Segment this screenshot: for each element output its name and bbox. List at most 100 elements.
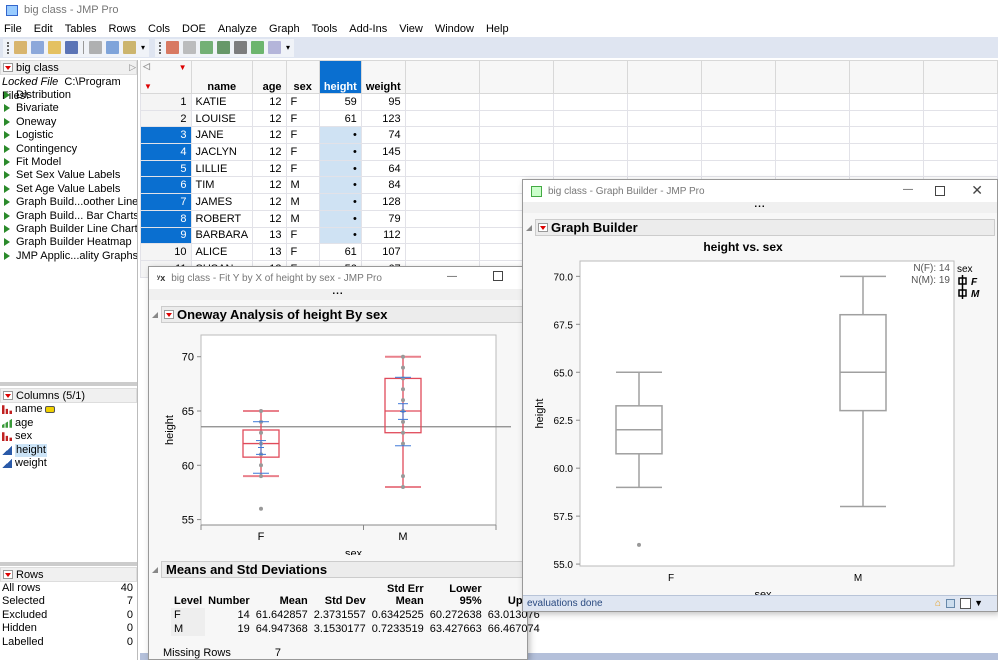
run-script-icon[interactable] [4, 184, 10, 193]
cell-weight[interactable]: 79 [360, 209, 406, 228]
cell-height[interactable]: 61 [318, 109, 362, 128]
legend-item[interactable]: F [971, 277, 978, 288]
cell-name[interactable]: JANE [190, 126, 254, 145]
table-script-item[interactable]: Graph Builder Heatmap [0, 236, 137, 249]
row-number[interactable]: 6 [140, 176, 192, 195]
cut-icon[interactable] [89, 41, 102, 54]
empty-cell[interactable] [774, 109, 850, 128]
empty-cell[interactable] [626, 109, 702, 128]
empty-cell[interactable] [848, 93, 924, 111]
y-axis-label[interactable]: height [164, 415, 176, 445]
cell-weight[interactable]: 84 [360, 176, 406, 195]
table-row[interactable]: 4 JACLYN 12 F • 145 [140, 143, 998, 161]
table-script-item[interactable]: Oneway [0, 116, 137, 129]
cell-age[interactable]: 12 [252, 143, 287, 161]
new-script-icon[interactable] [31, 41, 44, 54]
row-number[interactable]: 1 [140, 93, 192, 111]
menu-addins[interactable]: Add-Ins [349, 23, 387, 35]
cell-age[interactable]: 13 [252, 226, 287, 245]
empty-cell[interactable] [404, 226, 480, 245]
empty-cell[interactable] [700, 109, 776, 128]
oneway-outline-header[interactable]: Oneway Analysis of height By sex [152, 306, 529, 323]
data-point[interactable] [401, 485, 405, 489]
copy-icon[interactable] [106, 41, 119, 54]
minimize-button[interactable]: — [903, 184, 913, 195]
scroll-left-icon[interactable]: ◁ [143, 61, 150, 72]
cell-height[interactable]: • [318, 143, 362, 161]
data-point[interactable] [259, 474, 263, 479]
empty-cell[interactable] [478, 109, 554, 128]
empty-cell[interactable] [404, 209, 480, 228]
run-script-icon[interactable] [4, 171, 10, 180]
empty-cell[interactable] [774, 126, 850, 145]
cell-weight[interactable]: 64 [360, 159, 406, 178]
empty-cell[interactable] [848, 143, 924, 161]
empty-cell[interactable] [552, 143, 628, 161]
run-script-icon[interactable] [4, 225, 10, 233]
cell-weight[interactable]: 128 [360, 193, 406, 211]
cell-age[interactable]: 13 [252, 243, 287, 261]
cell-height[interactable]: 61 [318, 243, 362, 261]
cell-name[interactable]: BARBARA [190, 226, 254, 245]
run-script-icon[interactable] [4, 117, 10, 126]
empty-cell[interactable] [626, 143, 702, 161]
empty-cell[interactable] [404, 193, 480, 211]
selection-mode-checkbox[interactable] [960, 598, 971, 609]
column-item-sex[interactable]: sex [0, 430, 137, 444]
cell-height[interactable]: • [318, 209, 362, 228]
empty-cell[interactable] [700, 126, 776, 145]
empty-cell[interactable] [922, 93, 998, 111]
cell-sex[interactable]: F [285, 143, 320, 161]
data-point[interactable] [401, 398, 405, 403]
cell-height[interactable]: • [318, 193, 362, 211]
data-point[interactable] [401, 387, 405, 392]
empty-cell[interactable] [404, 126, 480, 145]
script-editor-icon[interactable] [268, 41, 282, 54]
cell-weight[interactable]: 74 [360, 126, 406, 145]
column-header-weight[interactable]: weight [360, 60, 406, 94]
menu-rows[interactable]: Rows [109, 23, 137, 35]
run-script-icon[interactable] [4, 144, 10, 153]
empty-cell[interactable] [774, 93, 850, 111]
table-script-item[interactable]: Set Sex Value Labels [0, 169, 137, 182]
table-script-item[interactable]: JMP Applic...ality Graphs [0, 250, 137, 263]
dropdown-arrow-icon[interactable]: ▼ [974, 596, 983, 611]
column-item-height[interactable]: height [0, 443, 137, 457]
data-point[interactable] [401, 474, 405, 479]
maximize-button[interactable] [493, 271, 503, 281]
red-triangle-menu-icon[interactable] [3, 63, 13, 72]
cell-height[interactable]: • [318, 176, 362, 195]
empty-column-header[interactable] [478, 60, 554, 94]
layout-icon[interactable] [946, 599, 955, 608]
cell-height[interactable]: 59 [318, 93, 362, 111]
collapse-arrow-icon[interactable]: ▷ [129, 62, 136, 73]
cell-name[interactable]: ALICE [190, 243, 254, 261]
cell-name[interactable]: KATIE [190, 93, 254, 111]
run-script-icon[interactable] [4, 211, 10, 220]
empty-cell[interactable] [552, 159, 628, 178]
column-item-name[interactable]: name [0, 403, 137, 417]
cell-sex[interactable]: M [285, 209, 320, 228]
table-script-item[interactable]: Logistic [0, 129, 137, 142]
graph-builder-outline-header[interactable]: Graph Builder [526, 219, 995, 236]
row-number[interactable]: 5 [140, 159, 192, 178]
red-triangle-menu-icon[interactable] [3, 570, 13, 579]
fit-y-by-x-icon[interactable] [234, 41, 248, 54]
panel-splitter[interactable] [0, 562, 137, 566]
empty-column-header[interactable] [404, 60, 480, 94]
box-M[interactable] [839, 313, 887, 412]
toolbar-toggle-dots[interactable]: ... [523, 200, 997, 213]
empty-cell[interactable] [700, 93, 776, 111]
legend-item[interactable]: M [971, 289, 980, 300]
data-point[interactable] [401, 441, 405, 446]
data-point[interactable] [401, 365, 405, 370]
cell-weight[interactable]: 112 [360, 226, 406, 245]
row-number[interactable]: 4 [140, 143, 192, 161]
empty-cell[interactable] [848, 126, 924, 145]
cell-sex[interactable]: F [285, 126, 320, 145]
fit-model-icon[interactable] [251, 41, 265, 54]
tabulate-icon[interactable] [183, 41, 197, 54]
cell-age[interactable]: 12 [252, 176, 287, 195]
cell-height[interactable]: • [318, 226, 362, 245]
table-script-item[interactable]: Set Age Value Labels [0, 183, 137, 196]
